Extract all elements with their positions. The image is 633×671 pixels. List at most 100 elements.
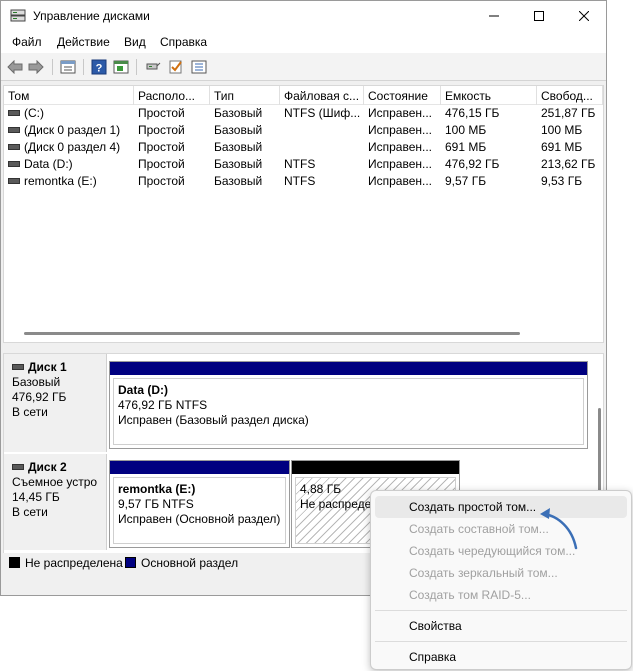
toolbar-separator	[83, 59, 84, 75]
menu-create-simple-volume[interactable]: Создать простой том...	[375, 496, 627, 518]
disk-2-state: В сети	[12, 505, 48, 519]
partition-title: Data (D:)	[118, 383, 168, 397]
window-title: Управление дисками	[33, 9, 150, 23]
menu-help-item[interactable]: Справка	[375, 646, 627, 668]
back-button[interactable]	[6, 58, 24, 76]
partition-info: Data (D:) 476,92 ГБ NTFS Исправен (Базов…	[113, 378, 584, 445]
properties-button[interactable]	[59, 58, 77, 76]
maximize-button[interactable]	[516, 1, 562, 31]
volume-layout: Простой	[138, 123, 185, 137]
menu-file[interactable]: Файл	[12, 35, 42, 49]
volume-capacity: 9,57 ГБ	[445, 174, 487, 188]
volume-capacity: 476,15 ГБ	[445, 106, 500, 120]
volume-filesystem: NTFS	[284, 157, 316, 171]
volume-name-cell: (C:)	[4, 106, 134, 120]
column-layout[interactable]: Располо...	[134, 86, 210, 105]
volume-layout: Простой	[138, 106, 185, 120]
volume-row[interactable]: (Диск 0 раздел 1) Простой Базовый Исправ…	[4, 122, 603, 139]
volume-name: (C:)	[24, 106, 44, 120]
menu-separator	[375, 610, 627, 611]
list-icon	[191, 60, 207, 74]
volume-name-cell: (Диск 0 раздел 4)	[4, 140, 134, 154]
partition-data-d[interactable]: Data (D:) 476,92 ГБ NTFS Исправен (Базов…	[109, 361, 588, 449]
volume-free: 251,87 ГБ	[541, 106, 596, 120]
volume-row[interactable]: (Диск 0 раздел 4) Простой Базовый Исправ…	[4, 139, 603, 156]
disk-1-size: 476,92 ГБ	[12, 390, 67, 404]
partition-status: Исправен (Основной раздел)	[118, 512, 281, 526]
volume-free: 213,62 ГБ	[541, 157, 596, 171]
drive-icon	[8, 177, 20, 184]
close-button[interactable]	[561, 1, 607, 31]
volume-name: remontka (E:)	[24, 174, 97, 188]
column-filesystem[interactable]: Файловая с...	[280, 86, 364, 105]
column-free[interactable]: Свобод...	[537, 86, 603, 105]
column-type[interactable]: Тип	[210, 86, 280, 105]
column-status[interactable]: Состояние	[364, 86, 441, 105]
volume-name-cell: remontka (E:)	[4, 174, 134, 188]
menu-create-mirrored-volume[interactable]: Создать зеркальный том...	[375, 562, 627, 584]
menu-help[interactable]: Справка	[160, 35, 207, 49]
horizontal-scrollbar[interactable]	[24, 332, 520, 335]
list-button[interactable]	[190, 58, 208, 76]
volume-layout: Простой	[138, 174, 185, 188]
properties-icon	[60, 60, 76, 74]
menu-view[interactable]: Вид	[124, 35, 146, 49]
partition-title: remontka (E:)	[118, 482, 196, 496]
volume-type: Базовый	[214, 157, 263, 171]
disk-1-kind: Базовый	[12, 375, 61, 389]
console-button[interactable]	[112, 58, 130, 76]
volume-free: 691 МБ	[541, 140, 583, 154]
menu-create-striped-volume[interactable]: Создать чередующийся том...	[375, 540, 627, 562]
menu-create-spanned-volume[interactable]: Создать составной том...	[375, 518, 627, 540]
disk-icon	[12, 463, 24, 470]
volume-filesystem: NTFS (Шиф...	[284, 106, 361, 120]
help-icon: ?	[91, 59, 107, 75]
minimize-button[interactable]	[471, 1, 517, 31]
volume-type: Базовый	[214, 106, 263, 120]
disk-1-name: Диск 1	[28, 360, 67, 374]
volume-row[interactable]: Data (D:) Простой Базовый NTFS Исправен.…	[4, 156, 603, 173]
volume-row[interactable]: remontka (E:) Простой Базовый NTFS Испра…	[4, 173, 603, 190]
toolbar-separator	[136, 59, 137, 75]
disk-2-label[interactable]: Диск 2 Съемное устро 14,45 ГБ В сети	[4, 454, 107, 550]
drive-icon	[8, 160, 20, 167]
legend-swatch-unallocated	[9, 557, 20, 568]
column-volume[interactable]: Том	[4, 86, 134, 105]
disk-2-size: 14,45 ГБ	[12, 490, 60, 504]
menu-action[interactable]: Действие	[57, 35, 110, 49]
close-icon	[579, 11, 589, 21]
pointer-arrow-icon	[540, 508, 578, 550]
volume-status: Исправен...	[368, 106, 433, 120]
connect-icon	[146, 62, 161, 70]
maximize-icon	[534, 11, 544, 21]
volume-status: Исправен...	[368, 174, 433, 188]
legend-unallocated: Не распределена	[25, 556, 123, 570]
minimize-icon	[489, 15, 499, 17]
volume-name-cell: (Диск 0 раздел 1)	[4, 123, 134, 137]
unallocated-bar	[292, 461, 459, 474]
menu-properties[interactable]: Свойства	[375, 615, 627, 637]
volume-name: Data (D:)	[24, 157, 73, 171]
forward-button[interactable]	[27, 58, 45, 76]
disk-icon	[12, 363, 24, 370]
volume-layout: Простой	[138, 140, 185, 154]
column-capacity[interactable]: Емкость	[441, 86, 537, 105]
menu-create-raid5-volume[interactable]: Создать том RAID-5...	[375, 584, 627, 606]
disk-1-label[interactable]: Диск 1 Базовый 476,92 ГБ В сети	[4, 354, 107, 452]
partition-size: 9,57 ГБ NTFS	[118, 497, 194, 511]
primary-partition-bar	[110, 461, 289, 474]
pane-splitter[interactable]	[1, 343, 606, 353]
volume-status: Исправен...	[368, 140, 433, 154]
help-button[interactable]: ?	[90, 58, 108, 76]
connect-button[interactable]	[144, 58, 162, 76]
volume-list: Том Располо... Тип Файловая с... Состоян…	[3, 85, 604, 343]
volume-capacity: 476,92 ГБ	[445, 157, 500, 171]
check-button[interactable]	[167, 58, 185, 76]
volume-name: (Диск 0 раздел 1)	[24, 123, 121, 137]
volume-row[interactable]: (C:) Простой Базовый NTFS (Шиф... Исправ…	[4, 105, 603, 122]
partition-info: remontka (E:) 9,57 ГБ NTFS Исправен (Осн…	[113, 477, 286, 544]
partition-remontka-e[interactable]: remontka (E:) 9,57 ГБ NTFS Исправен (Осн…	[109, 460, 290, 548]
volume-free: 9,53 ГБ	[541, 174, 583, 188]
volume-status: Исправен...	[368, 157, 433, 171]
toolbar: ?	[1, 53, 606, 81]
